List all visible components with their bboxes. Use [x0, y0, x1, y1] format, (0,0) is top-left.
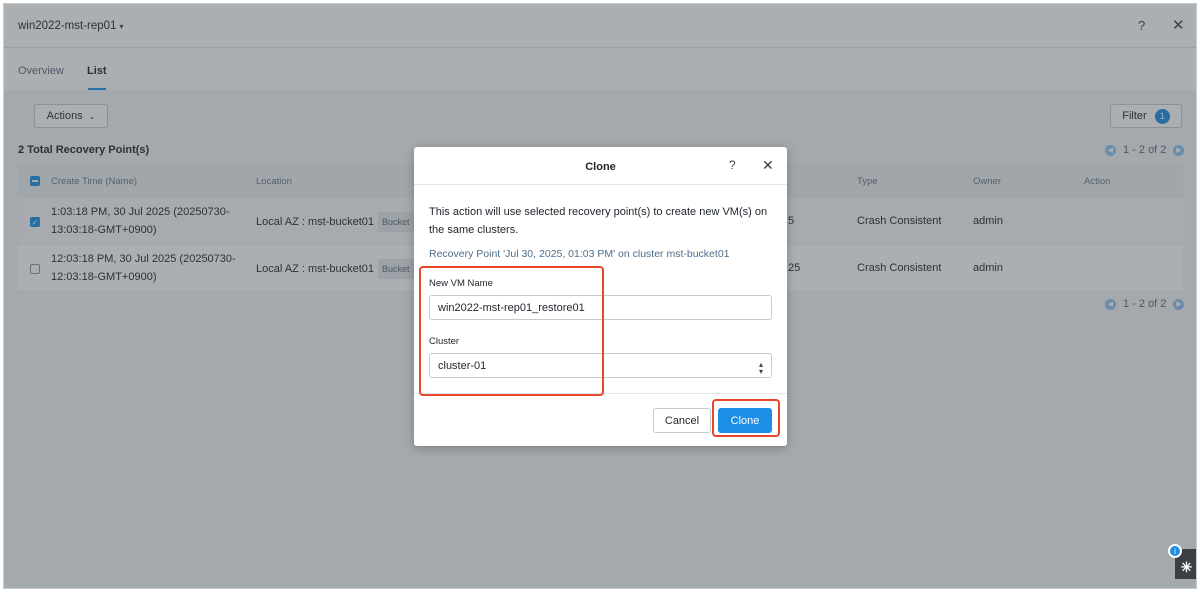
dialog-description: This action will use selected recovery p…: [429, 206, 768, 236]
highlight-box-clone: [712, 399, 780, 437]
dialog-header: Clone ? ✕: [414, 147, 787, 185]
select-arrows-icon: ▴ ▾: [759, 360, 764, 376]
recovery-point-info: Recovery Point 'Jul 30, 2025, 01:03 PM' …: [429, 248, 730, 260]
close-icon[interactable]: ✕: [762, 157, 774, 174]
recovery-points-window: win2022-mst-rep01 ▾ ? ✕ Overview List Act…: [3, 3, 1197, 589]
cancel-button[interactable]: Cancel: [653, 408, 711, 433]
highlight-box-form: [419, 266, 604, 396]
info-badge-icon: i: [1168, 544, 1182, 558]
help-icon[interactable]: ?: [729, 158, 736, 172]
